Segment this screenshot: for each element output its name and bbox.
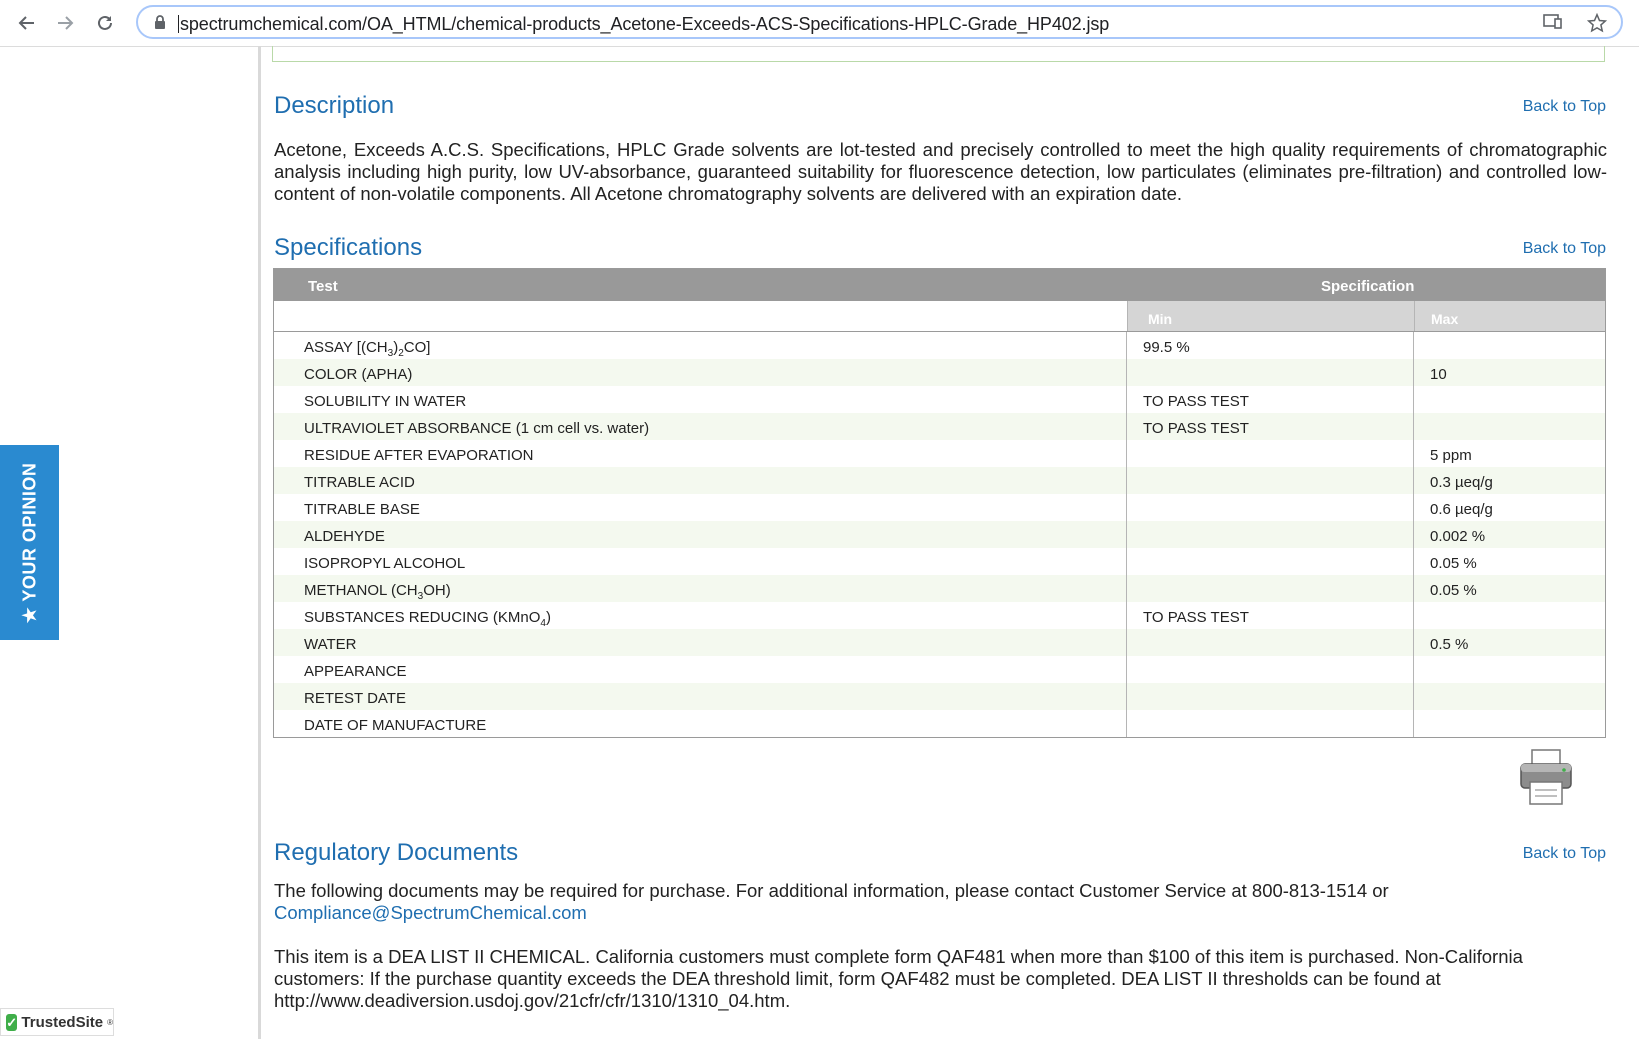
spec-test-cell: ASSAY [(CH3)2CO] [274, 332, 1127, 359]
back-to-top-link-description[interactable]: Back to Top [1523, 98, 1606, 116]
table-row: ULTRAVIOLET ABSORBANCE (1 cm cell vs. wa… [274, 413, 1605, 440]
spec-test-cell: SUBSTANCES REDUCING (KMnO4) [274, 602, 1127, 629]
spec-max-cell: 0.05 % [1430, 582, 1477, 599]
header-test: Test [308, 278, 338, 295]
spec-max-cell [1414, 683, 1605, 710]
spec-max-cell [1414, 602, 1605, 629]
compliance-email-link[interactable]: Compliance@SpectrumChemical.com [274, 902, 587, 923]
lock-icon [154, 15, 166, 35]
table-row: RESIDUE AFTER EVAPORATION 5 ppm [274, 440, 1605, 467]
table-row: ISOPROPYL ALCOHOL 0.05 % [274, 548, 1605, 575]
table-row: ASSAY [(CH3)2CO] 99.5 % [274, 332, 1605, 359]
regulatory-documents-title: Regulatory Documents [274, 839, 519, 866]
spec-test-cell: APPEARANCE [274, 656, 1127, 683]
header-max: Max [1415, 301, 1605, 331]
table-row: WATER 0.5 % [274, 629, 1605, 656]
spec-test-cell: TITRABLE BASE [274, 494, 1127, 521]
browser-toolbar: spectrumchemical.com/OA_HTML/chemical-pr… [0, 0, 1639, 47]
spec-max-cell: 0.6 µeq/g [1430, 501, 1493, 518]
spec-test-cell: ULTRAVIOLET ABSORBANCE (1 cm cell vs. wa… [274, 413, 1127, 440]
spec-min-cell [1127, 656, 1414, 683]
spec-max-cell [1414, 332, 1605, 359]
url-text[interactable]: spectrumchemical.com/OA_HTML/chemical-pr… [180, 14, 1109, 34]
spec-test-cell: DATE OF MANUFACTURE [274, 710, 1127, 737]
description-title: Description [274, 92, 395, 119]
spec-test-cell: COLOR (APHA) [274, 359, 1127, 386]
spec-max-cell: 0.3 µeq/g [1430, 474, 1493, 491]
table-row: METHANOL (CH3OH) 0.05 % [274, 575, 1605, 602]
address-bar[interactable]: spectrumchemical.com/OA_HTML/chemical-pr… [136, 5, 1623, 39]
spec-min-cell [1127, 710, 1414, 737]
specifications-title: Specifications [274, 234, 423, 261]
spec-max-cell [1414, 710, 1605, 737]
your-opinion-label: ★ YOUR OPINION [19, 462, 39, 623]
spec-max-cell [1414, 386, 1605, 413]
reload-icon[interactable] [90, 8, 120, 38]
table-row: TITRABLE BASE 0.6 µeq/g [274, 494, 1605, 521]
spec-test-cell: METHANOL (CH3OH) [274, 575, 1127, 602]
back-arrow-icon[interactable] [12, 8, 42, 38]
spec-min-cell [1127, 494, 1414, 521]
regulatory-intro-text: The following documents may be required … [274, 880, 1389, 901]
spec-min-cell [1127, 629, 1414, 656]
back-to-top-link-specifications[interactable]: Back to Top [1523, 240, 1606, 258]
table-row: SOLUBILITY IN WATER TO PASS TEST [274, 386, 1605, 413]
spec-test-cell: SOLUBILITY IN WATER [274, 386, 1127, 413]
header-min: Min [1128, 301, 1415, 331]
spec-test-cell: WATER [274, 629, 1127, 656]
regulatory-intro: The following documents may be required … [274, 880, 1607, 924]
spec-min-cell [1127, 521, 1414, 548]
spec-test-cell: ALDEHYDE [274, 521, 1127, 548]
spec-min-cell: TO PASS TEST [1127, 602, 1414, 629]
spec-max-cell: 0.05 % [1430, 555, 1477, 572]
spec-max-cell [1414, 656, 1605, 683]
spec-min-cell [1127, 575, 1414, 602]
specifications-table: Test Specification Min Max ASSAY [(CH3)2… [273, 268, 1606, 738]
spec-min-cell [1127, 440, 1414, 467]
spec-max-cell: 0.002 % [1430, 528, 1486, 545]
spec-test-cell: RETEST DATE [274, 683, 1127, 710]
spec-min-cell [1127, 548, 1414, 575]
spec-max-cell [1414, 413, 1605, 440]
table-row: ALDEHYDE 0.002 % [274, 521, 1605, 548]
spec-min-cell: 99.5 % [1127, 332, 1414, 359]
dea-notice: This item is a DEA LIST II CHEMICAL. Cal… [274, 946, 1523, 1011]
spec-max-cell: 5 ppm [1430, 447, 1472, 464]
description-text: Acetone, Exceeds A.C.S. Specifications, … [274, 139, 1607, 204]
spec-test-cell: ISOPROPYL ALCOHOL [274, 548, 1127, 575]
table-header: Test Specification [274, 269, 1605, 301]
table-row: RETEST DATE [274, 683, 1605, 710]
spec-test-cell: TITRABLE ACID [274, 467, 1127, 494]
table-row: TITRABLE ACID 0.3 µeq/g [274, 467, 1605, 494]
table-row: APPEARANCE [274, 656, 1605, 683]
checkmark-icon: ✓ [6, 1013, 18, 1031]
forward-arrow-icon[interactable] [50, 8, 80, 38]
content-left-border [258, 46, 261, 1039]
spec-min-cell: TO PASS TEST [1127, 413, 1414, 440]
table-row: SUBSTANCES REDUCING (KMnO4) TO PASS TEST [274, 602, 1605, 629]
spec-min-cell [1127, 467, 1414, 494]
your-opinion-tab[interactable]: ★ YOUR OPINION [0, 445, 59, 640]
install-app-icon[interactable] [1543, 13, 1563, 34]
spec-test-cell: RESIDUE AFTER EVAPORATION [274, 440, 1127, 467]
back-to-top-link-regulatory[interactable]: Back to Top [1523, 845, 1606, 863]
spec-max-cell: 0.5 % [1430, 636, 1469, 653]
header-specification: Specification [1321, 278, 1415, 295]
bookmark-star-icon[interactable] [1586, 12, 1608, 38]
spec-max-cell: 10 [1430, 366, 1447, 383]
spec-min-cell [1127, 359, 1414, 386]
trustedsite-label: TrustedSite [21, 1013, 104, 1031]
spec-min-cell: TO PASS TEST [1127, 386, 1414, 413]
trustedsite-badge[interactable]: ✓ TrustedSite ® [0, 1008, 114, 1036]
printer-icon[interactable] [1518, 748, 1574, 806]
table-row: DATE OF MANUFACTURE [274, 710, 1605, 737]
previous-section-frame [272, 46, 1605, 62]
table-row: COLOR (APHA) 10 [274, 359, 1605, 386]
table-subheader: Min Max [274, 301, 1605, 332]
spec-min-cell [1127, 683, 1414, 710]
